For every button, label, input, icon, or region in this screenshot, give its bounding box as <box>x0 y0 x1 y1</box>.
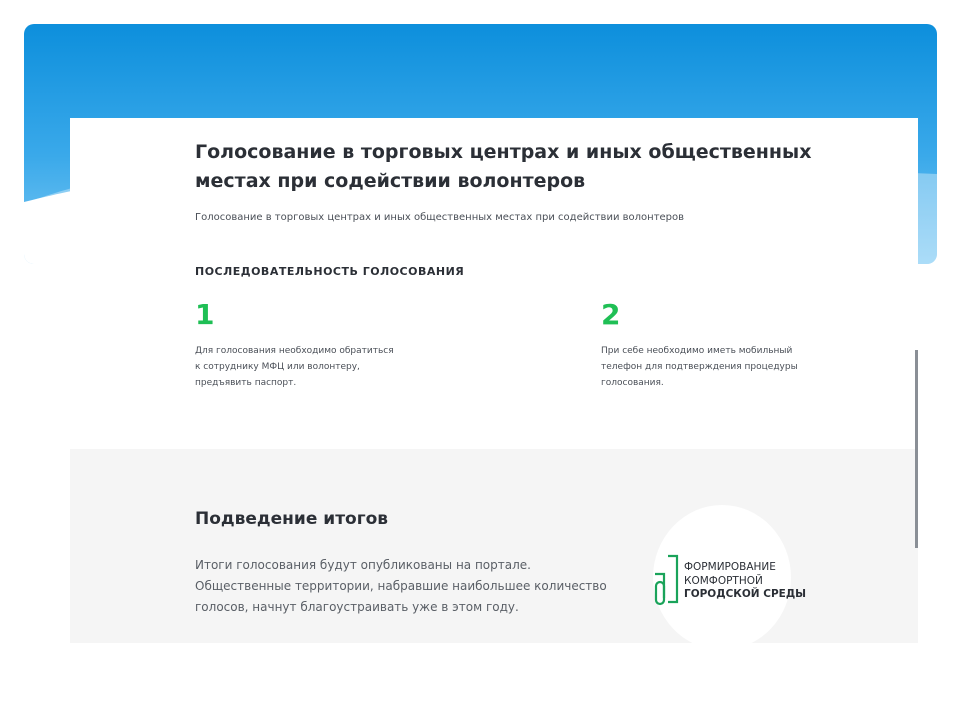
step-2-number: 2 <box>601 298 621 331</box>
results-heading: Подведение итогов <box>195 509 389 529</box>
scrollbar[interactable] <box>915 350 918 548</box>
page-subtitle: Голосование в торговых центрах и иных об… <box>195 212 685 223</box>
step-1-text: Для голосования необходимо обратиться к … <box>195 346 394 388</box>
results-text: Итоги голосования будут опубликованы на … <box>195 558 607 614</box>
logo-text: ФОРМИРОВАНИЕ КОМФОРТНОЙ ГОРОДСКОЙ СРЕДЫ <box>684 561 806 602</box>
logo-line-3: ГОРОДСКОЙ СРЕДЫ <box>684 588 807 600</box>
step-1-number: 1 <box>195 298 215 331</box>
step-2-text: При себе необходимо иметь мобильный теле… <box>601 346 798 388</box>
logo-line-2: КОМФОРТНОЙ <box>684 574 763 587</box>
sequence-heading: ПОСЛЕДОВАТЕЛЬНОСТЬ ГОЛОСОВАНИЯ <box>195 265 465 278</box>
webpage-screenshot: Голосование в торговых центрах и иных об… <box>70 118 918 643</box>
building-logo-icon <box>654 554 679 606</box>
voting-section: Голосование в торговых центрах и иных об… <box>70 118 918 449</box>
page-title: Голосование в торговых центрах и иных об… <box>195 141 812 192</box>
results-section: Подведение итогов Итоги голосования буду… <box>70 449 918 643</box>
logo-line-1: ФОРМИРОВАНИЕ <box>684 561 776 573</box>
